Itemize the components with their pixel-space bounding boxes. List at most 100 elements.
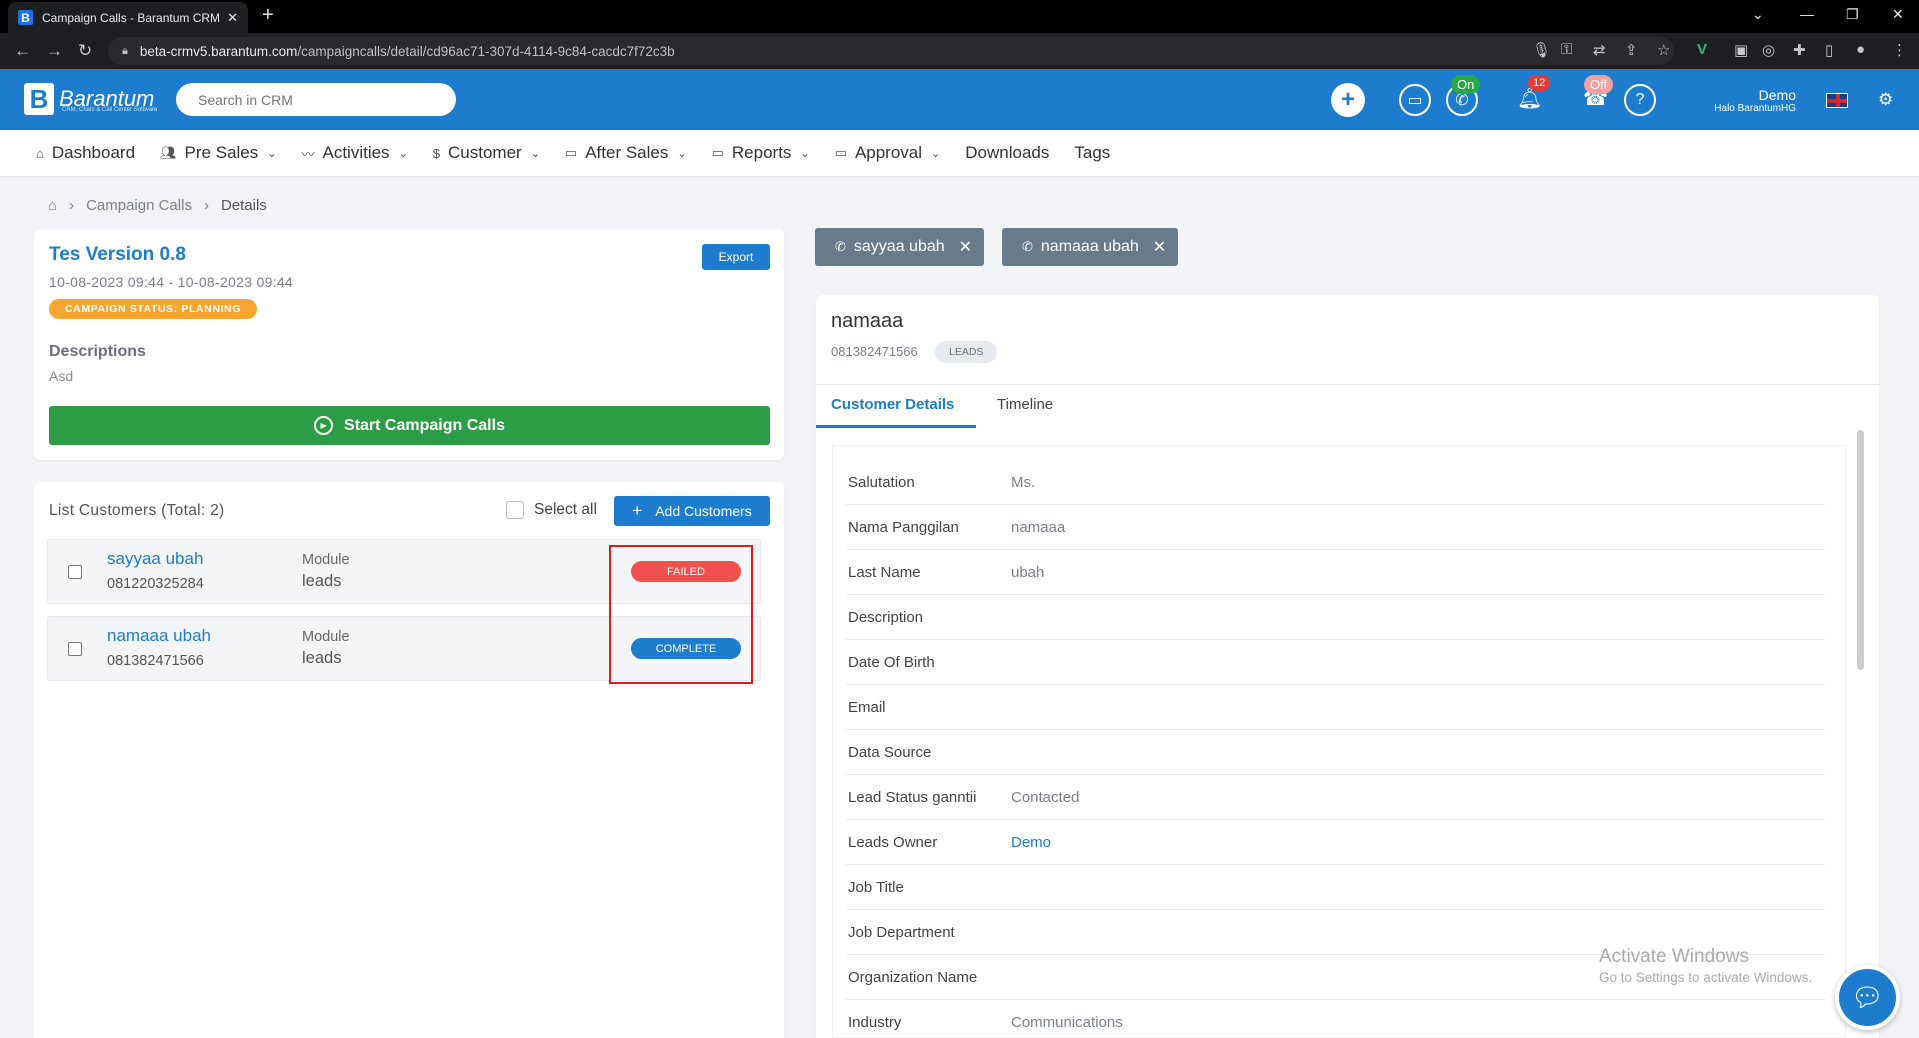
menu-downloads[interactable]: Downloads [965, 143, 1049, 163]
field-value: Ms. [1011, 474, 1036, 491]
menu-label: Downloads [965, 143, 1050, 162]
tab-close-icon[interactable]: ✕ [227, 10, 238, 26]
detail-row: Nama Panggilan namaaa [846, 505, 1825, 550]
crm-search-input[interactable] [176, 83, 456, 116]
field-label: Date Of Birth [848, 654, 935, 671]
customer-name-link[interactable]: sayyaa ubah [107, 549, 203, 569]
phone-icon: ✆ [1022, 239, 1033, 254]
field-label: Job Department [848, 924, 955, 941]
user-menu[interactable]: Demo Halo BarantumHG [1700, 87, 1796, 114]
field-label: Description [848, 609, 924, 626]
help-icon[interactable]: ? [1624, 84, 1656, 116]
back-icon[interactable]: ← [14, 41, 31, 61]
call-chip-label: namaaa ubah [1040, 238, 1139, 255]
menu-tags[interactable]: Tags [1074, 143, 1110, 163]
bookmark-star-icon[interactable]: ☆ [1657, 41, 1670, 59]
agent-status-badge: Off [1584, 75, 1614, 94]
details-scrollbar[interactable] [1857, 430, 1864, 670]
customer-name-link[interactable]: namaaa ubah [107, 626, 211, 646]
customer-phone: 081220325284 [107, 576, 204, 592]
chevron-down-icon: ⌄ [677, 147, 687, 160]
barantum-logo[interactable]: B Barantum CRM, Chats & Call Center Soft… [24, 83, 158, 115]
campaign-title: Tes Version 0.8 [49, 244, 186, 265]
field-label: Leads Owner [848, 834, 938, 851]
dollar-icon: $ [432, 145, 441, 161]
live-chat-button[interactable]: 💬︎ [1835, 965, 1900, 1030]
new-tab-icon[interactable]: + [262, 4, 274, 27]
share-icon[interactable]: ⇪ [1625, 41, 1638, 59]
close-icon[interactable]: ✕ [1153, 237, 1166, 257]
browser-tab[interactable]: B Campaign Calls - Barantum CRM ✕ [8, 2, 248, 33]
add-customers-label: Add Customers [655, 503, 752, 519]
close-icon[interactable]: ✕ [959, 237, 972, 257]
select-all-checkbox[interactable]: Select all [506, 501, 597, 519]
campaign-status-label: CAMPAIGN STATUS: [65, 303, 178, 315]
translate-icon[interactable]: ⇄ [1593, 41, 1606, 59]
row-checkbox[interactable] [68, 565, 82, 579]
chevron-down-icon: ⌄ [800, 147, 810, 160]
campaign-status-badge: CAMPAIGN STATUS: PLANNING [49, 299, 258, 319]
tab-timeline[interactable]: Timeline [997, 396, 1053, 413]
menu-reports[interactable]: ▭ Reports ⌄ [712, 143, 810, 163]
menu-customer[interactable]: $ Customer ⌄ [433, 143, 540, 163]
menu-pre-sales[interactable]: 👥︎ Pre Sales ⌄ [160, 143, 276, 163]
reload-icon[interactable]: ↻ [78, 41, 92, 61]
menu-after-sales[interactable]: ▭ After Sales ⌄ [565, 143, 687, 163]
quick-add-button[interactable]: + [1331, 83, 1365, 117]
users-icon: 👥︎ [160, 145, 177, 160]
customer-detail-card: namaaa 081382471566 LEADS Customer Detai… [816, 295, 1879, 1038]
breadcrumb-campaign-calls[interactable]: Campaign Calls [86, 197, 192, 214]
chat-icon[interactable]: ▭ [1399, 84, 1431, 116]
folder-icon: ▭ [564, 145, 578, 160]
menu-activities[interactable]: 〰 Activities ⌄ [301, 143, 407, 163]
uk-flag-icon[interactable] [1826, 93, 1848, 108]
call-chip[interactable]: ✆ sayyaa ubah ✕ [815, 228, 985, 266]
browser-menu-icon[interactable]: ⋮ [1892, 41, 1907, 59]
field-value: ubah [1011, 564, 1045, 581]
settings-gear-icon[interactable]: ⚙ [1878, 90, 1893, 110]
field-label: Salutation [848, 474, 915, 491]
url-path: /campaigncalls/detail/cd96ac71-307d-4114… [297, 43, 675, 59]
close-window-icon[interactable]: ✕ [1892, 6, 1904, 23]
start-campaign-calls-button[interactable]: ▶ Start Campaign Calls [49, 406, 770, 445]
windows-activation-watermark: Activate Windows Go to Settings to activ… [1599, 946, 1812, 985]
activate-line-2: Go to Settings to activate Windows. [1599, 970, 1813, 985]
key-icon[interactable]: ⚿ [1561, 41, 1572, 58]
minimize-icon[interactable]: — [1800, 6, 1814, 22]
home-icon[interactable]: ⌂ [48, 197, 57, 214]
active-tab-indicator [816, 425, 976, 428]
breadcrumb: ⌂ › Campaign Calls › Details [48, 197, 279, 214]
detail-row: Job Title [846, 865, 1825, 910]
export-button[interactable]: Export [702, 244, 770, 270]
menu-dashboard[interactable]: ⌂ Dashboard [36, 143, 135, 163]
notification-count-badge: 12 [1528, 75, 1551, 91]
browser-toolbar: ← → ↻ 🔒︎ beta-crmv5.barantum.com /campai… [0, 33, 1919, 69]
sidepanel-icon[interactable]: ▯ [1825, 41, 1833, 59]
tab-search-chevron-icon[interactable]: ⌄ [1752, 6, 1764, 23]
highlight-annotation-box [609, 545, 753, 684]
restore-icon[interactable]: ❐ [1846, 6, 1859, 23]
add-customers-button[interactable]: + Add Customers [614, 496, 770, 526]
field-value: Communications [1011, 1014, 1123, 1031]
field-value: namaaa [1011, 519, 1066, 536]
plus-icon: + [632, 501, 643, 520]
tab-customer-details[interactable]: Customer Details [831, 396, 954, 413]
call-chip[interactable]: ✆ namaaa ubah ✕ [1002, 228, 1179, 266]
logo-tagline: CRM, Chats & Call Center Software [62, 107, 158, 113]
breadcrumb-current: Details [220, 197, 267, 214]
leads-owner-link[interactable]: Demo [1011, 834, 1051, 851]
row-checkbox[interactable] [68, 642, 82, 656]
menu-approval[interactable]: ▭ Approval ⌄ [835, 143, 941, 163]
checkbox[interactable] [506, 501, 524, 519]
puzzle-extensions-icon[interactable]: ✚ [1793, 41, 1806, 59]
profile-avatar-icon[interactable]: ● [1856, 41, 1865, 58]
vue-extension-icon[interactable]: V [1697, 41, 1707, 58]
forward-icon[interactable]: → [46, 41, 63, 61]
breadcrumb-separator-icon: › [203, 197, 209, 214]
microphone-icon[interactable]: 🎙︎ [1532, 41, 1551, 59]
address-bar[interactable]: 🔒︎ beta-crmv5.barantum.com /campaigncall… [108, 37, 1674, 65]
extension-badge-icon[interactable]: ▣ [1734, 41, 1748, 59]
target-extension-icon[interactable]: ◎ [1762, 41, 1775, 59]
detail-row: Salutation Ms. [846, 460, 1825, 505]
detail-row: Data Source [846, 730, 1825, 775]
